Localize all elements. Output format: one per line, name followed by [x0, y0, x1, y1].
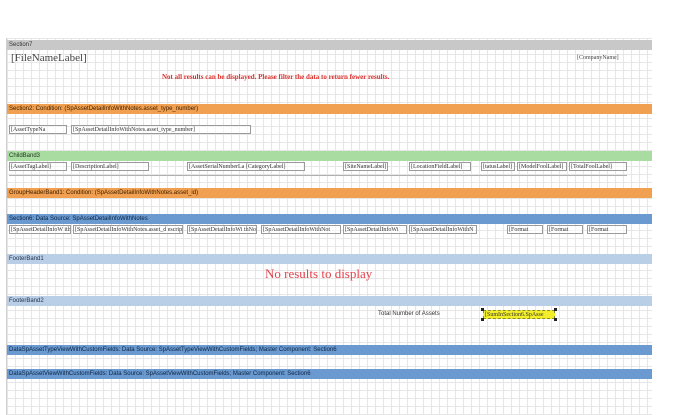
col-header-site-name[interactable]: [SiteNameLabel] [343, 162, 388, 171]
col-header-serial-category[interactable]: [AssetSerialNumberLa [CategoryLabel] [187, 162, 305, 171]
file-name-label-field[interactable]: [FileNameLabel] [11, 52, 87, 64]
field-asset-serial[interactable]: [SpAssetDetailInfoWi thNotes.asset_se [187, 225, 257, 234]
field-format-3[interactable]: [Format [587, 225, 627, 234]
col-header-total[interactable]: [TotalFoolLabel] [569, 162, 627, 171]
band-section2[interactable]: Section2: Condition: (SpAssetDetailInfoW… [7, 104, 652, 114]
column-header-underline [9, 175, 627, 176]
band-footer2[interactable]: FooterBand2 [7, 296, 652, 306]
band-data-asset-type-view[interactable]: DataSpAssetTypeViewWithCustomFields: Dat… [7, 345, 652, 355]
selection-handle[interactable] [481, 318, 484, 321]
asset-type-number-field[interactable]: [SpAssetDetailInfoWithNotes.asset_type_n… [71, 125, 251, 134]
field-asset-detail-4[interactable]: [SpAssetDetailInfoWithNot [261, 225, 341, 234]
total-assets-sum-field[interactable]: [SumInSection6.SpAsse [483, 310, 555, 319]
field-asset-detail-6[interactable]: [SpAssetDetailInfoWithN [409, 225, 477, 234]
col-header-status[interactable]: [tatusLabel] [481, 162, 515, 171]
col-header-location[interactable]: [LocationFieldLabel] [409, 162, 471, 171]
col-header-model[interactable]: [ModelFoolLabel] [517, 162, 567, 171]
band-childband3[interactable]: ChildBand3 [7, 151, 652, 161]
selection-handle[interactable] [481, 308, 484, 311]
selection-handle[interactable] [554, 308, 557, 311]
field-format-2[interactable]: [Format [547, 225, 583, 234]
field-format-1[interactable]: [Format [507, 225, 543, 234]
field-asset-description[interactable]: [SpAssetDetailInfoWithNotes.asset_d escr… [73, 225, 183, 234]
band-data-asset-view[interactable]: DataSpAssetViewWithCustomFields: Data So… [7, 369, 652, 379]
col-header-asset-tag[interactable]: [AssetTagLabel] [9, 162, 67, 171]
report-design-canvas[interactable]: Section7 [FileNameLabel] [CompanyName] N… [6, 38, 652, 415]
selection-handle[interactable] [554, 318, 557, 321]
no-results-text[interactable]: No results to display [265, 266, 372, 282]
field-asset-detail-5[interactable]: [SpAssetDetailInfoWi [343, 225, 407, 234]
total-assets-label[interactable]: Total Number of Assets [377, 310, 477, 319]
band-footer1[interactable]: FooterBand1 [7, 254, 652, 264]
band-section7[interactable]: Section7 [7, 40, 652, 50]
col-header-description[interactable]: [DescriptionLabel] [71, 162, 149, 171]
filter-warning-text[interactable]: Not all results can be displayed. Please… [162, 73, 389, 81]
band-section6[interactable]: Section6: Data Source: SpAssetDetailInfo… [7, 214, 652, 224]
asset-type-label-field[interactable]: [AssetTypeNa [9, 125, 67, 134]
band-group-header1[interactable]: GroupHeaderBand1: Condition: (SpAssetDet… [7, 188, 652, 198]
field-asset-tag[interactable]: [SpAssetDetailInfoW ithNotes.asset_tag] [9, 225, 71, 234]
company-name-field[interactable]: [CompanyName] [577, 55, 619, 61]
